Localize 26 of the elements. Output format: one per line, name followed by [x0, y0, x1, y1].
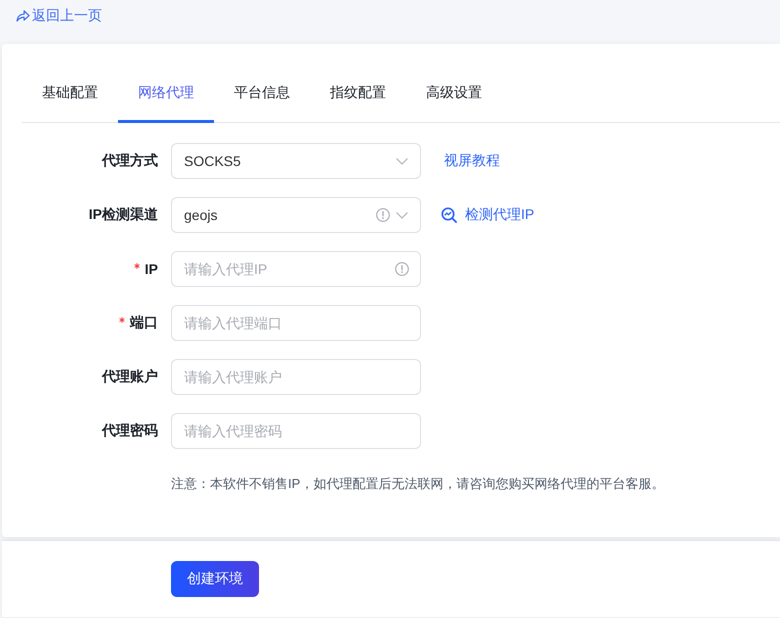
form-label: 代理密码: [102, 422, 158, 440]
tab[interactable]: 高级设置: [406, 63, 502, 123]
select-field[interactable]: SOCKS5: [171, 143, 421, 179]
tab[interactable]: 平台信息: [214, 63, 310, 123]
tab[interactable]: 基础配置: [22, 63, 118, 123]
input-field[interactable]: 请输入代理账户: [171, 359, 421, 395]
select-field[interactable]: geojs: [171, 197, 421, 233]
form-label: 端口: [130, 314, 158, 332]
back-link[interactable]: 返回上一页: [16, 6, 102, 24]
tutorial-link[interactable]: 视屏教程: [444, 152, 500, 170]
form-label: 代理账户: [102, 368, 158, 386]
input-field[interactable]: 请输入代理IP: [171, 251, 421, 287]
form-label: 代理方式: [102, 152, 158, 170]
input-field[interactable]: 请输入代理端口: [171, 305, 421, 341]
tab[interactable]: 网络代理: [118, 63, 214, 123]
create-environment-button[interactable]: 创建环境: [171, 561, 259, 597]
form-label: IP: [144, 261, 158, 277]
tab[interactable]: 指纹配置: [310, 63, 406, 123]
form-label: IP检测渠道: [88, 206, 158, 224]
input-field[interactable]: 请输入代理密码: [171, 413, 421, 449]
chevron-down-icon: [396, 158, 408, 164]
chevron-down-icon: [396, 212, 408, 218]
detect-ip-link[interactable]: 检测代理IP: [441, 206, 534, 224]
curved-arrow-icon: [16, 8, 30, 22]
search-icon: [441, 207, 457, 223]
note-text: 注意：本软件不销售IP，如代理配置后无法联网，请咨询您购买网络代理的平台客服。: [171, 475, 664, 493]
